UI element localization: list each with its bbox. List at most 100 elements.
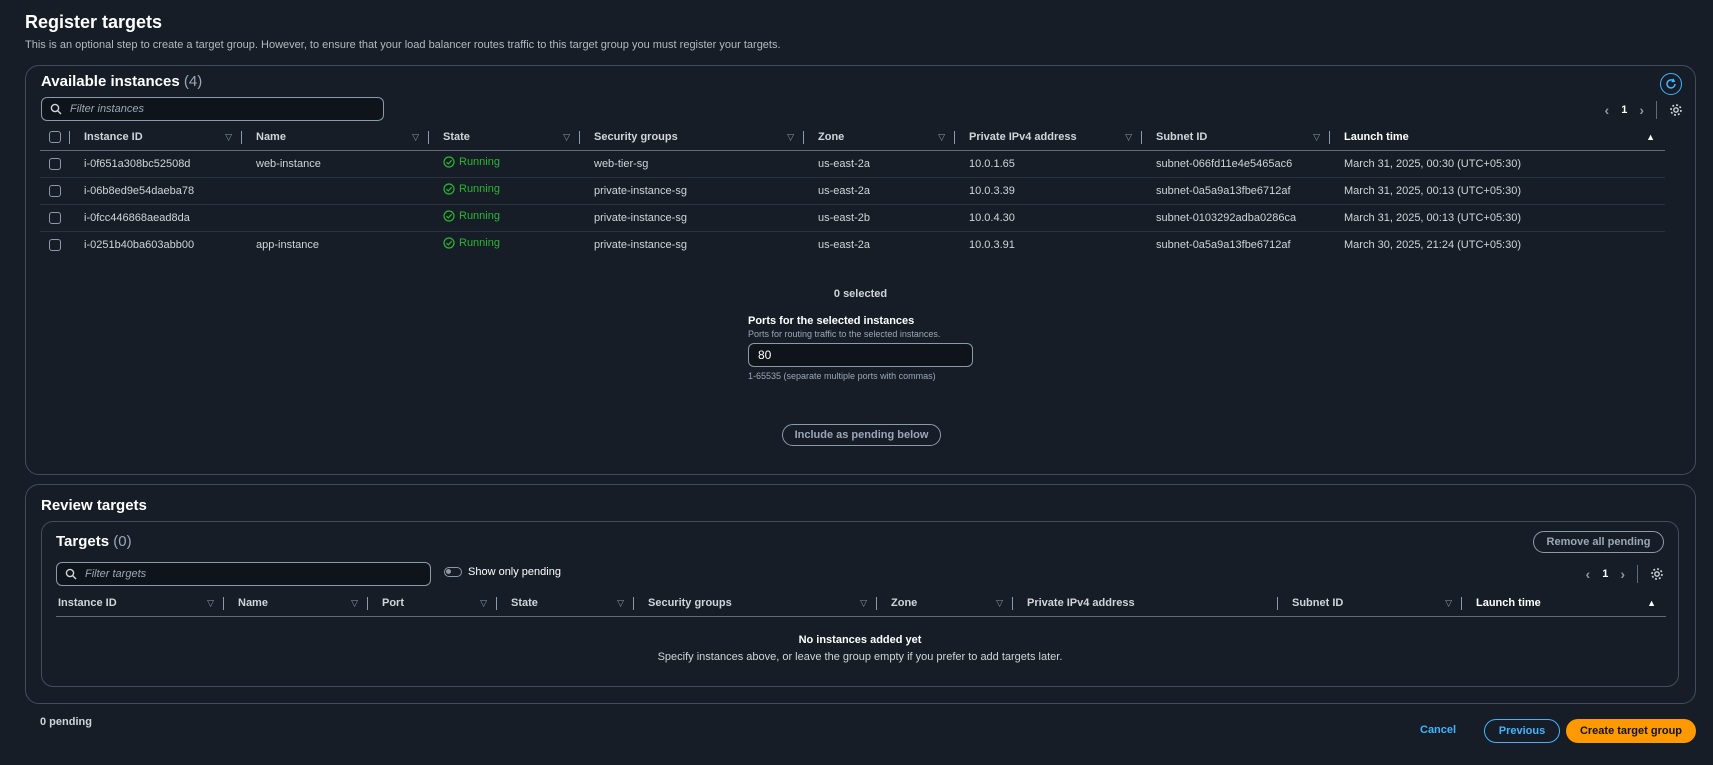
filter-targets-input[interactable]	[85, 568, 414, 580]
sort-asc-icon: ▲	[1646, 132, 1655, 143]
col-state[interactable]: State ▽	[497, 591, 634, 617]
targets-pager: ‹ 1 ›	[1586, 565, 1664, 583]
col-subnet-id[interactable]: Subnet ID ▽	[1278, 591, 1462, 617]
cancel-button[interactable]: Cancel	[1420, 724, 1456, 736]
col-private-ip[interactable]: Private IPv4 address	[1013, 591, 1278, 617]
col-private-ip[interactable]: Private IPv4 address ▽	[955, 125, 1142, 151]
ports-description: Ports for routing traffic to the selecte…	[748, 329, 941, 339]
page-number[interactable]: 1	[1621, 104, 1627, 116]
gear-icon[interactable]	[1650, 567, 1664, 581]
targets-count: (0)	[113, 533, 132, 550]
review-targets-heading: Review targets	[41, 497, 147, 514]
row-checkbox[interactable]	[49, 211, 61, 224]
table-header-row: Instance ID ▽ Name ▽ Port ▽ State ▽ Security…	[56, 591, 1666, 617]
security-group: private-instance-sg	[580, 177, 804, 205]
selected-count: 0 selected	[833, 288, 888, 300]
col-instance-id[interactable]: Instance ID ▽	[56, 591, 224, 617]
sort-icon: ▽	[1125, 131, 1132, 142]
col-launch-time[interactable]: Launch time ▲	[1462, 591, 1666, 617]
private-ip: 10.0.4.30	[955, 204, 1142, 232]
chevron-left-icon[interactable]: ‹	[1605, 102, 1610, 118]
instance-name	[242, 177, 429, 205]
refresh-icon	[1666, 78, 1676, 89]
search-icon	[50, 102, 64, 116]
chevron-right-icon[interactable]: ›	[1639, 102, 1644, 118]
check-circle-icon	[443, 183, 455, 195]
col-security-groups[interactable]: Security groups ▽	[580, 125, 804, 151]
toggle-switch[interactable]	[444, 567, 462, 577]
zone: us-east-2b	[804, 204, 955, 232]
targets-title: Targets	[56, 533, 110, 550]
ports-label: Ports for the selected instances	[748, 315, 915, 327]
available-instances-panel: Available instances (4) ‹ 1 › Instance I…	[25, 65, 1696, 475]
available-instances-count: (4)	[183, 73, 203, 90]
launch-time: March 31, 2025, 00:30 (UTC+05:30)	[1330, 150, 1665, 178]
subnet-id: subnet-0a5a9a13fbe6712af	[1142, 177, 1330, 205]
security-group: private-instance-sg	[580, 204, 804, 232]
review-targets-panel: Review targets Targets (0) Remove all pe…	[25, 484, 1696, 704]
col-name[interactable]: Name ▽	[224, 591, 368, 617]
pager-divider	[1637, 565, 1638, 583]
table-row[interactable]: i-06b8ed9e54daeba78 Running private-inst…	[40, 177, 1665, 205]
search-icon	[65, 567, 79, 581]
sort-icon: ▽	[938, 131, 945, 142]
col-port[interactable]: Port ▽	[368, 591, 497, 617]
row-checkbox[interactable]	[49, 184, 61, 197]
toggle-label: Show only pending	[468, 566, 561, 578]
col-state[interactable]: State ▽	[429, 125, 580, 151]
available-instances-heading: Available instances (4)	[41, 73, 202, 90]
check-circle-icon	[443, 237, 455, 249]
table-row[interactable]: i-0fcc446868aead8da Running private-inst…	[40, 204, 1665, 232]
page-title: Register targets	[25, 12, 163, 32]
sort-icon: ▽	[207, 597, 214, 608]
subnet-id: subnet-0103292adba0286ca	[1142, 204, 1330, 232]
select-all-checkbox[interactable]	[49, 131, 61, 144]
filter-instances-input[interactable]	[70, 103, 370, 115]
sort-icon: ▽	[225, 131, 232, 142]
col-launch-time[interactable]: Launch time ▲	[1330, 125, 1665, 151]
refresh-button[interactable]	[1660, 73, 1682, 95]
chevron-left-icon[interactable]: ‹	[1586, 566, 1591, 582]
sort-asc-icon: ▲	[1647, 598, 1656, 609]
col-zone[interactable]: Zone ▽	[804, 125, 955, 151]
create-target-group-button[interactable]: Create target group	[1566, 719, 1696, 743]
instance-name	[242, 204, 429, 232]
row-checkbox[interactable]	[49, 238, 61, 251]
sort-icon: ▽	[787, 131, 794, 142]
instance-state: Running	[429, 150, 580, 178]
show-only-pending-toggle[interactable]: Show only pending	[444, 566, 561, 578]
col-zone[interactable]: Zone ▽	[877, 591, 1013, 617]
remove-all-pending-button[interactable]: Remove all pending	[1533, 531, 1664, 553]
check-circle-icon	[443, 156, 455, 168]
subnet-id: subnet-066fd11e4e5465ac6	[1142, 150, 1330, 178]
col-instance-id[interactable]: Instance ID ▽	[70, 125, 242, 151]
table-row[interactable]: i-0f651a308bc52508d web-instance Running…	[40, 150, 1665, 178]
previous-button[interactable]: Previous	[1484, 719, 1560, 743]
ports-hint: 1-65535 (separate multiple ports with co…	[748, 371, 936, 381]
filter-targets-box	[56, 562, 431, 586]
instance-id: i-0fcc446868aead8da	[70, 204, 242, 232]
col-name[interactable]: Name ▽	[242, 125, 429, 151]
include-as-pending-button[interactable]: Include as pending below	[782, 424, 941, 446]
col-subnet-id[interactable]: Subnet ID ▽	[1142, 125, 1330, 151]
security-group: web-tier-sg	[580, 150, 804, 178]
gear-icon[interactable]	[1669, 103, 1683, 117]
table-row[interactable]: i-0251b40ba603abb00 app-instance Running…	[40, 231, 1665, 258]
launch-time: March 31, 2025, 00:13 (UTC+05:30)	[1330, 177, 1665, 205]
col-security-groups[interactable]: Security groups ▽	[634, 591, 877, 617]
instance-name: app-instance	[256, 238, 319, 251]
row-checkbox[interactable]	[49, 157, 61, 170]
sort-icon: ▽	[1445, 597, 1452, 608]
instance-id: i-06b8ed9e54daeba78	[70, 177, 242, 205]
zone: us-east-2a	[804, 150, 955, 178]
security-group: private-instance-sg	[594, 238, 687, 251]
chevron-right-icon[interactable]: ›	[1620, 566, 1625, 582]
launch-time: March 30, 2025, 21:24 (UTC+05:30)	[1344, 238, 1522, 251]
instance-state: Running	[429, 204, 580, 232]
empty-state-title: No instances added yet	[798, 634, 922, 646]
sort-icon: ▽	[617, 597, 624, 608]
subnet-id: subnet-0a5a9a13fbe6712af	[1156, 238, 1291, 251]
page-number[interactable]: 1	[1602, 568, 1608, 580]
empty-state-description: Specify instances above, or leave the gr…	[657, 651, 1063, 663]
ports-input[interactable]	[748, 343, 973, 367]
